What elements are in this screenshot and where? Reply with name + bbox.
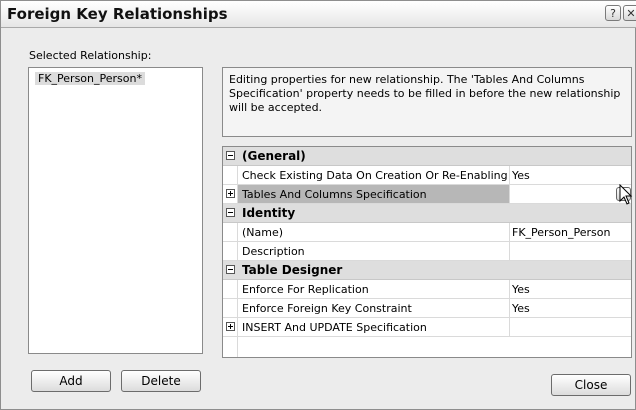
property-value[interactable]: Yes (512, 302, 530, 315)
expand-icon[interactable] (226, 322, 235, 331)
relationship-list[interactable]: FK_Person_Person* (28, 67, 203, 354)
property-row[interactable]: (Name) FK_Person_Person (223, 223, 631, 242)
property-name: Enforce For Replication (242, 283, 369, 296)
property-name: Description (242, 245, 305, 258)
property-row[interactable]: Description (223, 242, 631, 261)
property-name: INSERT And UPDATE Specification (242, 321, 427, 334)
category-label: Identity (242, 206, 296, 220)
column-divider (509, 280, 510, 298)
property-name: Enforce Foreign Key Constraint (242, 302, 412, 315)
column-divider (509, 185, 510, 203)
close-button[interactable]: Close (551, 374, 631, 396)
property-value[interactable]: Yes (512, 283, 530, 296)
title-bar[interactable]: Foreign Key Relationships ? ✕ (1, 1, 636, 28)
dialog-title: Foreign Key Relationships (7, 5, 228, 23)
property-name: Tables And Columns Specification (242, 188, 427, 201)
property-row[interactable]: Enforce For Replication Yes (223, 280, 631, 299)
window-close-button[interactable]: ✕ (623, 5, 636, 21)
property-row-selected[interactable]: Tables And Columns Specification ... (223, 185, 631, 204)
selected-relationship-label: Selected Relationship: (29, 49, 152, 62)
info-message: Editing properties for new relationship.… (222, 67, 632, 137)
property-value[interactable]: FK_Person_Person (512, 226, 610, 239)
mouse-cursor-icon (619, 184, 633, 205)
property-value[interactable]: Yes (512, 169, 530, 182)
property-row[interactable]: Check Existing Data On Creation Or Re-En… (223, 166, 631, 185)
property-name: (Name) (242, 226, 284, 239)
category-table-designer[interactable]: Table Designer (223, 261, 631, 280)
column-divider (509, 166, 510, 184)
category-label: Table Designer (242, 263, 343, 277)
property-row[interactable]: Enforce Foreign Key Constraint Yes (223, 299, 631, 318)
column-divider (509, 242, 510, 260)
foreign-key-relationships-dialog: Foreign Key Relationships ? ✕ Selected R… (0, 0, 636, 410)
list-item[interactable]: FK_Person_Person* (35, 72, 145, 85)
column-divider (509, 299, 510, 317)
delete-button[interactable]: Delete (121, 370, 201, 392)
property-row[interactable]: INSERT And UPDATE Specification (223, 318, 631, 337)
expand-icon[interactable] (226, 189, 235, 198)
collapse-icon[interactable] (226, 265, 235, 274)
collapse-icon[interactable] (226, 208, 235, 217)
help-button[interactable]: ? (605, 5, 621, 21)
category-label: (General) (242, 149, 306, 163)
column-divider (509, 318, 510, 336)
property-grid[interactable]: (General) Check Existing Data On Creatio… (222, 146, 632, 358)
property-name: Check Existing Data On Creation Or Re-En… (242, 169, 508, 182)
add-button[interactable]: Add (31, 370, 111, 392)
column-divider (509, 223, 510, 241)
collapse-icon[interactable] (226, 151, 235, 160)
category-identity[interactable]: Identity (223, 204, 631, 223)
category-general[interactable]: (General) (223, 147, 631, 166)
